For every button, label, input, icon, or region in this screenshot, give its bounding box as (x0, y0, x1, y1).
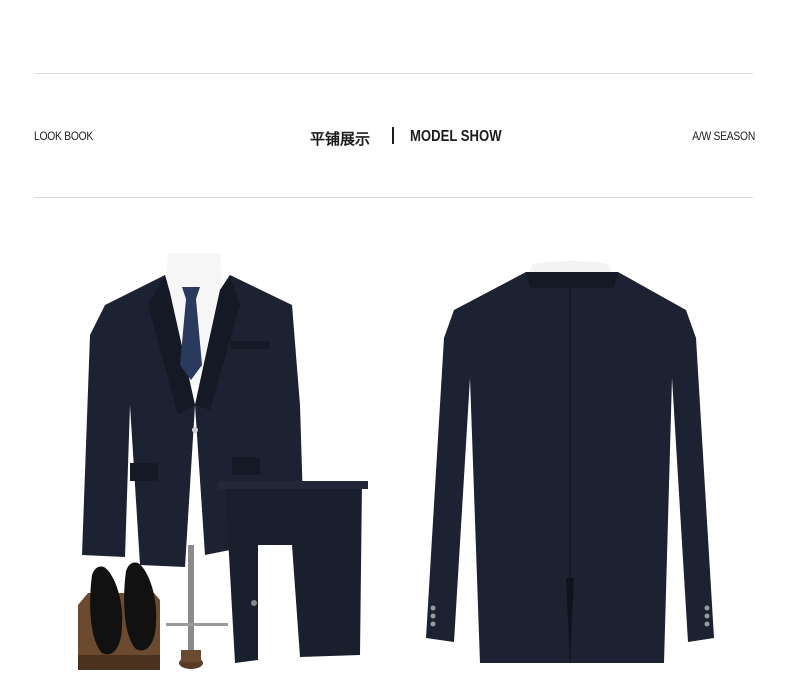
section-header: LOOK BOOK 平铺展示 MODEL SHOW A/W SEASON (34, 126, 755, 148)
title-english: MODEL SHOW (410, 128, 502, 145)
top-divider (34, 73, 753, 74)
title-divider (392, 127, 394, 144)
front-suit-photo (70, 245, 380, 680)
look-book-label: LOOK BOOK (34, 129, 94, 143)
title-chinese: 平铺展示 (310, 130, 371, 148)
back-jacket-photo (418, 258, 723, 668)
section-title: 平铺展示 MODEL SHOW (310, 126, 510, 148)
bottom-divider (34, 197, 753, 198)
season-label: A/W SEASON (692, 129, 755, 143)
